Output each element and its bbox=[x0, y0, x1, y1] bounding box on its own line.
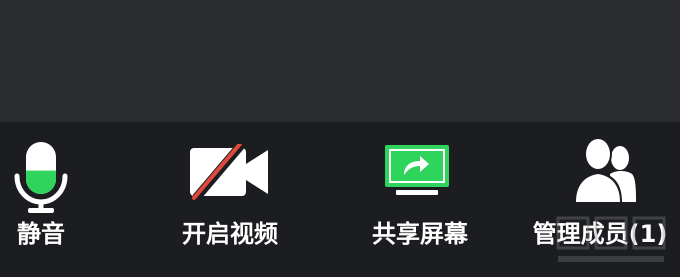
share-screen-button[interactable]: 共享屏幕 bbox=[350, 122, 490, 277]
mute-button[interactable]: 静音 bbox=[0, 122, 82, 277]
start-video-label: 开启视频 bbox=[182, 220, 278, 248]
mute-label: 静音 bbox=[17, 220, 65, 248]
watermark-logo bbox=[556, 216, 666, 262]
microphone-icon bbox=[14, 142, 68, 213]
video-off-icon bbox=[190, 144, 268, 200]
video-area bbox=[0, 0, 680, 122]
members-icon bbox=[574, 137, 636, 202]
start-video-button[interactable]: 开启视频 bbox=[160, 122, 300, 277]
share-screen-label: 共享屏幕 bbox=[372, 220, 468, 248]
share-screen-icon bbox=[385, 145, 449, 195]
